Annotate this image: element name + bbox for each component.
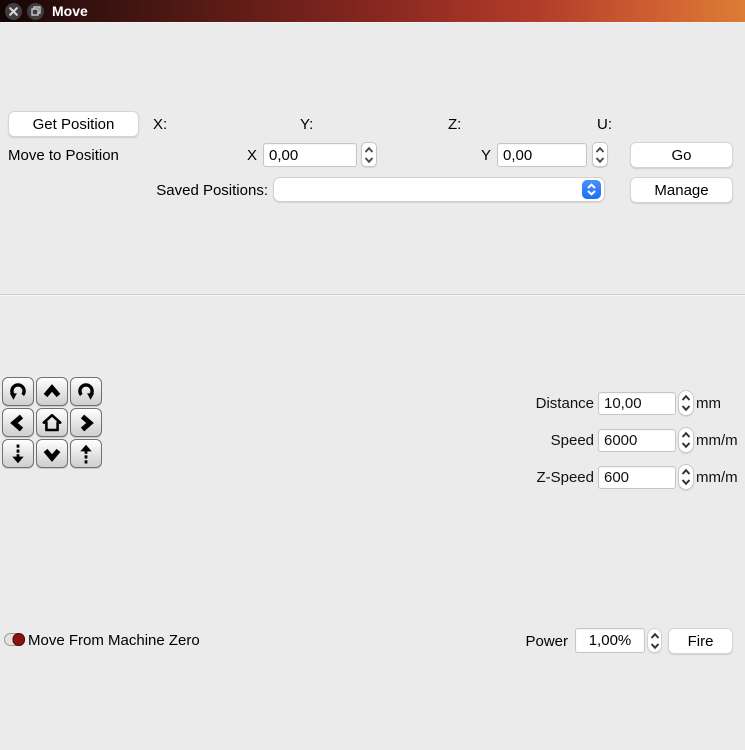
- section-divider: [0, 294, 745, 296]
- home-icon: [42, 413, 62, 431]
- move-to-position-label: Move to Position: [8, 147, 119, 164]
- power-stepper[interactable]: [647, 628, 662, 653]
- jog-down-icon: [43, 448, 61, 462]
- move-x-stepper[interactable]: [361, 142, 377, 167]
- close-icon: [9, 6, 18, 16]
- rotate-clockwise-button[interactable]: [70, 377, 102, 406]
- fire-button[interactable]: Fire: [668, 628, 733, 654]
- move-y-input[interactable]: 0,00: [497, 143, 587, 167]
- stepper-arrows-icon: [681, 431, 691, 449]
- speed-unit: mm/m: [696, 431, 738, 449]
- axis-u-label: U:: [597, 116, 612, 133]
- move-y-stepper[interactable]: [592, 142, 608, 167]
- jog-up-icon: [43, 383, 61, 397]
- saved-positions-select[interactable]: [273, 177, 605, 202]
- move-window: Move Get Position X: Y: Z: U: Move to Po…: [0, 0, 745, 750]
- jog-up-button[interactable]: [36, 377, 68, 406]
- speed-stepper[interactable]: [678, 427, 694, 453]
- select-arrows-icon: [587, 183, 596, 196]
- jog-pad: [2, 377, 102, 468]
- z-down-icon: [12, 444, 24, 463]
- z-up-icon: [80, 444, 92, 463]
- distance-unit: mm: [696, 394, 721, 412]
- move-from-machine-zero-label: Move From Machine Zero: [28, 632, 200, 649]
- speed-label: Speed: [550, 431, 594, 449]
- float-window-button[interactable]: [27, 2, 44, 20]
- stepper-arrows-icon: [595, 146, 605, 163]
- get-position-button[interactable]: Get Position: [8, 111, 139, 137]
- move-y-label: Y: [481, 147, 492, 164]
- axis-y-label: Y:: [300, 116, 314, 133]
- stepper-arrows-icon: [681, 394, 691, 412]
- stepper-arrows-icon: [364, 146, 374, 163]
- float-window-icon: [30, 6, 41, 16]
- jog-down-button[interactable]: [36, 439, 68, 468]
- jog-right-icon: [80, 414, 94, 431]
- rotate-clockwise-icon: [78, 382, 95, 400]
- rotate-counterclockwise-icon: [9, 382, 26, 400]
- z-speed-row: Z-Speed 600 mm/m: [500, 464, 745, 490]
- home-button[interactable]: [36, 408, 68, 437]
- jog-left-button[interactable]: [2, 408, 34, 437]
- z-speed-label: Z-Speed: [536, 468, 594, 486]
- jog-right-button[interactable]: [70, 408, 102, 437]
- rotate-counterclockwise-button[interactable]: [2, 377, 34, 406]
- speed-input[interactable]: 6000: [598, 428, 676, 452]
- move-from-machine-zero-checkbox[interactable]: [4, 633, 25, 646]
- axis-x-label: X:: [153, 116, 168, 133]
- saved-positions-label: Saved Positions:: [156, 182, 268, 199]
- close-button[interactable]: [5, 2, 22, 20]
- z-speed-stepper[interactable]: [678, 464, 694, 490]
- distance-input[interactable]: 10,00: [598, 391, 676, 415]
- stepper-arrows-icon: [650, 632, 659, 649]
- manage-button[interactable]: Manage: [630, 177, 733, 203]
- distance-row: Distance 10,00 mm: [500, 390, 745, 416]
- speed-row: Speed 6000 mm/m: [500, 427, 745, 453]
- axis-z-label: Z:: [448, 116, 462, 133]
- stepper-arrows-icon: [681, 468, 691, 486]
- toggle-icon: [4, 633, 25, 646]
- window-title: Move: [52, 3, 88, 19]
- jog-left-icon: [10, 414, 24, 431]
- move-x-input[interactable]: 0,00: [263, 143, 357, 167]
- z-up-button[interactable]: [70, 439, 102, 468]
- power-input[interactable]: 1,00%: [575, 628, 645, 653]
- move-x-label: X: [247, 147, 258, 164]
- distance-stepper[interactable]: [678, 390, 694, 416]
- go-button[interactable]: Go: [630, 142, 733, 168]
- z-speed-input[interactable]: 600: [598, 465, 676, 489]
- z-down-button[interactable]: [2, 439, 34, 468]
- titlebar: Move: [0, 0, 745, 23]
- power-label: Power: [525, 633, 568, 650]
- select-stepper-button[interactable]: [582, 180, 601, 199]
- z-speed-unit: mm/m: [696, 468, 738, 486]
- distance-label: Distance: [535, 394, 594, 412]
